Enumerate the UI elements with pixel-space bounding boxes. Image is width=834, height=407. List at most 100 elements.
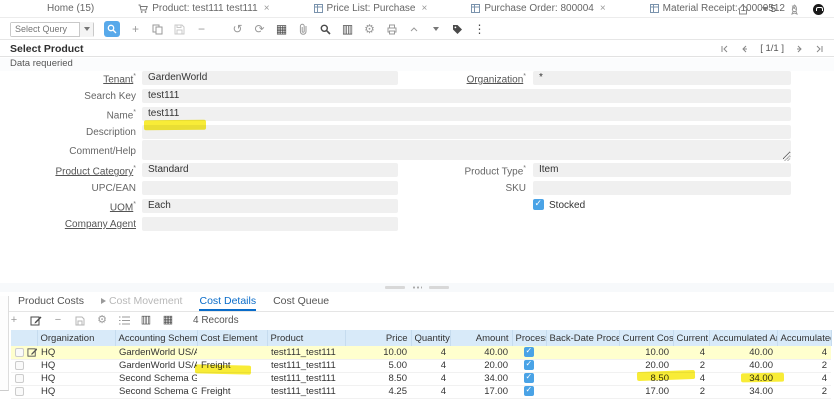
- edit-record-icon[interactable]: [27, 347, 37, 358]
- table-row[interactable]: HQSecond Schema Garden...Freighttest111_…: [11, 385, 831, 398]
- close-tab-icon[interactable]: ×: [264, 3, 270, 14]
- report-icon[interactable]: ▥: [340, 22, 355, 37]
- horizontal-splitter[interactable]: [0, 283, 834, 292]
- cell-accumulated_amt: 40.00: [709, 359, 777, 372]
- grid-col-quantity[interactable]: Quantity: [411, 330, 450, 346]
- rocket-icon[interactable]: [789, 4, 800, 15]
- select-query-input[interactable]: [11, 23, 79, 36]
- chevron-up-small-icon[interactable]: [406, 22, 421, 37]
- upc-ean-field[interactable]: [142, 181, 398, 195]
- tab-purchase-order[interactable]: Purchase Order: 800004 ×: [471, 0, 605, 18]
- table-row[interactable]: HQSecond Schema Garden...test111_test111…: [11, 372, 831, 385]
- first-record-icon[interactable]: [720, 45, 728, 53]
- cell-accounting_schema: GardenWorld US/A/US D...: [115, 359, 197, 372]
- search-key-field[interactable]: test111: [142, 89, 791, 103]
- undo-icon[interactable]: ↺: [230, 22, 245, 37]
- zoom-across-icon[interactable]: [318, 22, 333, 37]
- record-header: Select Product [ 1/1 ]: [0, 41, 834, 57]
- tab-cost-queue[interactable]: Cost Queue: [273, 295, 329, 311]
- print-icon[interactable]: [384, 22, 399, 37]
- grid-col-backdate[interactable]: Back-Date Processed On: [546, 330, 619, 346]
- record-count: 4 Records: [193, 315, 239, 326]
- table-row[interactable]: HQGardenWorld US/A/US D...test111_test11…: [11, 346, 831, 359]
- cell-quantity: 4: [411, 385, 450, 398]
- process-gear-icon[interactable]: ⚙: [362, 22, 377, 37]
- close-tab-icon[interactable]: ×: [421, 3, 427, 14]
- description-field[interactable]: [142, 125, 791, 139]
- grid-col-accumulated_qty[interactable]: Accumulated Qty: [777, 330, 831, 346]
- grid-col-accounting_schema[interactable]: Accounting Schema: [115, 330, 197, 346]
- product-category-field[interactable]: Standard: [142, 163, 398, 177]
- comment-help-field[interactable]: [142, 140, 791, 160]
- refresh-icon[interactable]: ⟳: [252, 22, 267, 37]
- combo-dropdown-button[interactable]: [79, 22, 93, 37]
- cell-current_cost_price: 20.00: [619, 359, 673, 372]
- save-record-icon[interactable]: [172, 22, 187, 37]
- grid-col-current_cost_price[interactable]: Current Cost Price: [619, 330, 673, 346]
- sku-field[interactable]: [533, 181, 791, 195]
- cell-organization: HQ: [37, 346, 115, 359]
- detail-list-icon[interactable]: [117, 314, 131, 328]
- grid-col-cost_element[interactable]: Cost Element: [197, 330, 267, 346]
- grid-col-current_quantity[interactable]: Current Quantity: [673, 330, 709, 346]
- detail-grid-layout-icon[interactable]: ▦: [161, 314, 175, 328]
- delete-record-icon[interactable]: −: [194, 22, 209, 37]
- detail-panel-layout-icon[interactable]: ▥: [139, 314, 153, 328]
- new-record-icon[interactable]: +: [128, 22, 143, 37]
- tab-price-list[interactable]: Price List: Purchase ×: [314, 0, 428, 18]
- label-tag-icon[interactable]: [450, 22, 465, 37]
- tab-home[interactable]: Home (15): [47, 0, 94, 18]
- user-avatar[interactable]: [813, 4, 824, 15]
- processed-checkbox[interactable]: [524, 373, 534, 383]
- previous-record-icon[interactable]: [740, 45, 748, 53]
- tab-product[interactable]: Product: test111 test111 ×: [138, 0, 269, 18]
- grid-col-price[interactable]: Price: [345, 330, 411, 346]
- table-row[interactable]: HQGardenWorld US/A/US D...Freighttest111…: [11, 359, 831, 372]
- window-count-dropdown[interactable]: 5: [762, 4, 776, 15]
- row-checkbox[interactable]: [15, 348, 24, 357]
- row-checkbox[interactable]: [15, 387, 24, 396]
- textarea-resize-grip[interactable]: [784, 155, 790, 161]
- tenant-field[interactable]: GardenWorld: [142, 71, 398, 85]
- next-record-icon[interactable]: [796, 45, 804, 53]
- grid-col-amount[interactable]: Amount: [450, 330, 512, 346]
- detail-save-icon[interactable]: [73, 314, 87, 328]
- collapsed-side-panel[interactable]: [0, 296, 9, 391]
- status-bar: Data requeried: [0, 58, 834, 71]
- product-type-field[interactable]: Item: [533, 163, 791, 177]
- processed-checkbox[interactable]: [524, 386, 534, 396]
- home-icon[interactable]: [737, 4, 749, 15]
- copy-record-icon[interactable]: [150, 22, 165, 37]
- last-record-icon[interactable]: [816, 45, 824, 53]
- row-checkbox[interactable]: [15, 361, 24, 370]
- grid-col-rowsel[interactable]: [11, 330, 37, 346]
- tab-cost-movement[interactable]: Cost Movement: [101, 295, 183, 311]
- processed-checkbox[interactable]: [524, 347, 534, 357]
- chevron-down-small-icon[interactable]: [428, 22, 443, 37]
- grid-col-processed[interactable]: Processed: [512, 330, 546, 346]
- processed-checkbox[interactable]: [524, 360, 534, 370]
- detail-edit-icon[interactable]: [29, 314, 43, 328]
- detail-delete-icon[interactable]: −: [51, 314, 65, 328]
- stocked-checkbox[interactable]: [533, 199, 544, 210]
- organization-field[interactable]: *: [533, 71, 791, 85]
- detail-new-icon[interactable]: +: [7, 314, 21, 328]
- grid-col-product[interactable]: Product: [267, 330, 345, 346]
- find-record-button[interactable]: [104, 21, 120, 37]
- tab-cost-details[interactable]: Cost Details: [199, 295, 256, 311]
- close-tab-icon[interactable]: ×: [600, 3, 606, 14]
- cell-product: test111_test111: [267, 359, 345, 372]
- detail-process-gear-icon[interactable]: ⚙: [95, 314, 109, 328]
- grid-col-organization[interactable]: Organization: [37, 330, 115, 346]
- company-agent-field[interactable]: [142, 217, 398, 231]
- grid-toggle-icon[interactable]: ▦: [274, 22, 289, 37]
- tab-product-costs-detail[interactable]: Product Costs: [18, 295, 84, 311]
- row-checkbox[interactable]: [15, 374, 24, 383]
- name-field[interactable]: test111: [142, 107, 791, 121]
- attachment-icon[interactable]: [296, 22, 311, 37]
- cell-backdate: [546, 372, 619, 385]
- overflow-menu-icon[interactable]: ⋮: [472, 22, 487, 37]
- cell-accumulated_qty: 2: [777, 359, 831, 372]
- uom-field[interactable]: Each: [142, 199, 398, 213]
- grid-col-accumulated_amt[interactable]: Accumulated Amt: [709, 330, 777, 346]
